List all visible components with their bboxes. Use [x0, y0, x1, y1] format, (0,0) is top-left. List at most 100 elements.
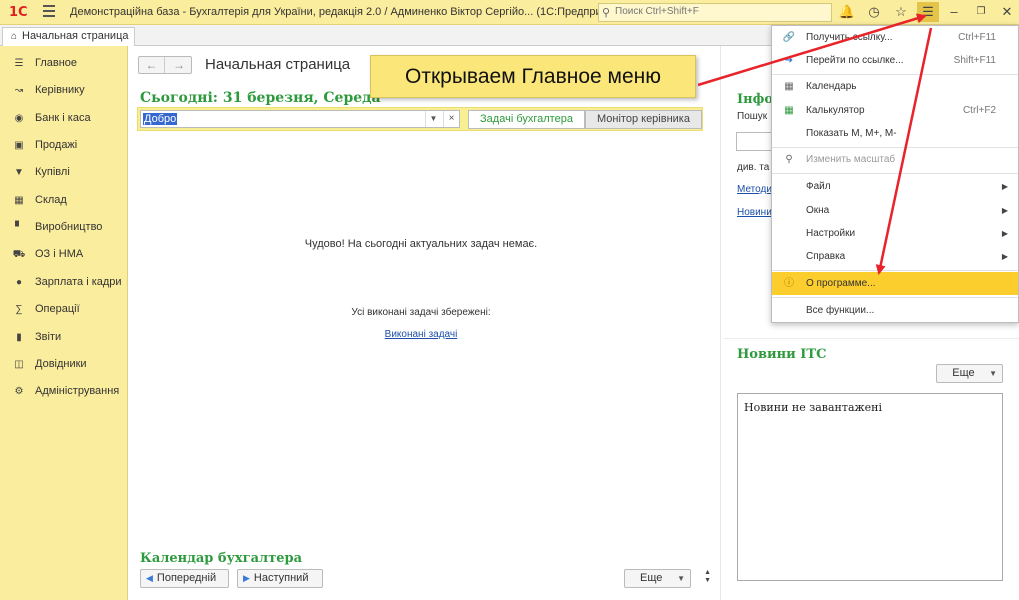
filter-value: Добро: [143, 113, 178, 125]
menu-item-label: Справка: [806, 251, 846, 262]
done-tasks-link: Виконані задачі: [129, 329, 713, 340]
tab-manager-monitor[interactable]: Монітор керівника: [585, 110, 702, 129]
menu-item-settings[interactable]: Настройки ▶: [772, 222, 1018, 245]
clear-icon[interactable]: ×: [443, 111, 459, 127]
calendar-more-button[interactable]: Еще ▼: [624, 569, 691, 588]
close-icon[interactable]: ✕: [996, 2, 1018, 22]
tab-home[interactable]: ⌂ Начальная страница: [2, 27, 135, 46]
menu-item-file[interactable]: Файл ▶: [772, 175, 1018, 198]
menu-item-get-link[interactable]: 🔗 Получить ссылку... Ctrl+F11: [772, 26, 1018, 49]
sidebar-item-operations[interactable]: ∑ Операції: [0, 298, 128, 320]
sidebar-item-warehouse[interactable]: ▦ Склад: [0, 189, 128, 211]
news-more-button[interactable]: Еще ▼: [936, 364, 1003, 383]
today-heading: Сьогодні: 31 березня, Середа: [140, 90, 381, 106]
sidebar: ☰ Главное ↝ Керівнику ◉ Банк і каса ▣ Продаж…: [0, 46, 128, 600]
hamburger-menu-icon[interactable]: [43, 5, 55, 17]
history-icon[interactable]: ◷: [863, 2, 885, 22]
menu-divider: [772, 270, 1018, 271]
menu-item-label: Изменить масштаб: [806, 154, 896, 165]
methods-link[interactable]: Методи: [737, 184, 772, 195]
arrow-left-icon: ◀: [146, 573, 153, 583]
sidebar-item-directories[interactable]: ◫ Довідники: [0, 353, 128, 375]
previous-button-label: Попередній: [156, 572, 217, 584]
menu-item-label: Перейти по ссылке...: [806, 55, 904, 66]
sidebar-item-sales[interactable]: ▣ Продажі: [0, 134, 128, 156]
sidebar-item-assets[interactable]: ⛟ ОЗ і НМА: [0, 243, 128, 265]
menu-item-calculator[interactable]: ▦ Калькулятор Ctrl+F2: [772, 99, 1018, 122]
menu-item-show-memory[interactable]: Показать М, М+, М-: [772, 122, 1018, 145]
menu-item-go-link[interactable]: ➜ Перейти по ссылке... Shift+F11: [772, 49, 1018, 72]
menu-item-help[interactable]: Справка ▶: [772, 245, 1018, 268]
window-title: Демонстраційна база - Бухгалтерія для Ук…: [70, 6, 629, 18]
chevron-right-icon: ▶: [1001, 182, 1008, 191]
trend-icon: ↝: [14, 85, 24, 96]
no-tasks-message: Чудово! На сьогодні актуальних задач нем…: [304, 238, 538, 250]
truck-icon: ⛟: [12, 249, 26, 260]
sidebar-item-salary[interactable]: ● Зарплата і кадри: [0, 271, 128, 293]
zoom-icon: ⚲: [785, 154, 793, 165]
list-icon: ☰: [14, 58, 24, 69]
tab-accountant-tasks[interactable]: Задачі бухгалтера: [468, 110, 585, 129]
books-icon: ◫: [14, 359, 24, 370]
menu-item-label: Показать М, М+, М-: [806, 128, 897, 139]
info-text: див. та: [737, 162, 770, 173]
done-tasks-link-text[interactable]: Виконані задачі: [385, 329, 458, 340]
sidebar-item-manager[interactable]: ↝ Керівнику: [0, 79, 128, 101]
search-input[interactable]: [615, 6, 825, 17]
sidebar-item-label: Купівлі: [35, 166, 70, 178]
divider: [723, 338, 1019, 339]
tab-home-label: Начальная страница: [22, 30, 129, 42]
sidebar-item-reports[interactable]: ▮ Звіти: [0, 326, 128, 348]
menu-item-windows[interactable]: Окна ▶: [772, 199, 1018, 222]
cart-icon: ▼: [14, 167, 24, 178]
app-logo: 1С: [9, 5, 28, 20]
task-filter-row: Добро ▼ × Задачі бухгалтера Монітор кері…: [137, 107, 703, 131]
scroll-arrows-icon[interactable]: ▲ ▼: [704, 569, 711, 585]
sidebar-item-label: Зарплата і кадри: [35, 276, 122, 288]
restore-icon[interactable]: ❐: [970, 2, 992, 22]
sidebar-item-label: ОЗ і НМА: [35, 248, 84, 260]
next-button-label: Наступний: [253, 572, 309, 584]
menu-item-label: Калькулятор: [806, 105, 865, 116]
warehouse-icon: ▦: [14, 195, 24, 206]
sidebar-item-label: Склад: [35, 194, 67, 206]
coin-icon: ◉: [14, 113, 24, 124]
menu-item-shortcut: Shift+F11: [953, 55, 996, 66]
saved-tasks-message: Усі виконані задачі збережені:: [351, 307, 491, 318]
main-menu-dropdown: 🔗 Получить ссылку... Ctrl+F11 ➜ Перейти по …: [771, 25, 1019, 323]
menu-divider: [772, 297, 1018, 298]
global-search[interactable]: ⚲: [598, 3, 832, 22]
calendar-heading: Календар бухгалтера: [140, 551, 303, 566]
task-filter-field[interactable]: Добро ▼ ×: [140, 110, 460, 128]
minimize-icon[interactable]: –: [943, 2, 965, 22]
bar-chart-icon: ▮: [16, 332, 22, 343]
news-empty-text: Новини не завантажені: [744, 401, 882, 414]
sidebar-item-admin[interactable]: ⚙ Адміністрування: [0, 380, 128, 402]
menu-item-about[interactable]: ⓘ О программе...: [772, 272, 1018, 295]
calculator-icon: ▦: [784, 105, 794, 116]
info-heading: Інфо: [737, 92, 773, 107]
sidebar-item-purchases[interactable]: ▼ Купівлі: [0, 161, 128, 183]
sidebar-item-bank[interactable]: ◉ Банк і каса: [0, 107, 128, 129]
forward-arrow-icon[interactable]: →: [166, 57, 192, 73]
previous-button[interactable]: ◀ Попередній: [140, 569, 229, 588]
sidebar-item-label: Звіти: [35, 331, 62, 343]
sidebar-item-label: Операції: [35, 303, 80, 315]
bell-icon[interactable]: 🔔: [836, 2, 858, 22]
sidebar-item-production[interactable]: ▘ Виробництво: [0, 216, 128, 238]
next-button[interactable]: ▶ Наступний: [237, 569, 323, 588]
link-icon: 🔗: [782, 32, 796, 43]
news-heading: Новини ІТС: [737, 347, 827, 362]
menu-item-calendar[interactable]: ▦ Календарь: [772, 75, 1018, 98]
sidebar-item-main[interactable]: ☰ Главное: [0, 52, 128, 74]
menu-item-all-functions[interactable]: Все функции...: [772, 299, 1018, 322]
factory-icon: ▘: [15, 222, 23, 233]
chevron-down-icon: ▼: [677, 574, 685, 583]
star-icon[interactable]: ☆: [890, 2, 912, 22]
back-arrow-icon[interactable]: ←: [139, 57, 165, 73]
news-link[interactable]: Новини: [737, 207, 772, 218]
person-icon: ●: [15, 277, 23, 288]
chevron-right-icon: ▶: [1001, 252, 1008, 261]
chevron-down-icon[interactable]: ▼: [425, 111, 441, 127]
main-menu-icon[interactable]: ☰: [917, 2, 939, 22]
